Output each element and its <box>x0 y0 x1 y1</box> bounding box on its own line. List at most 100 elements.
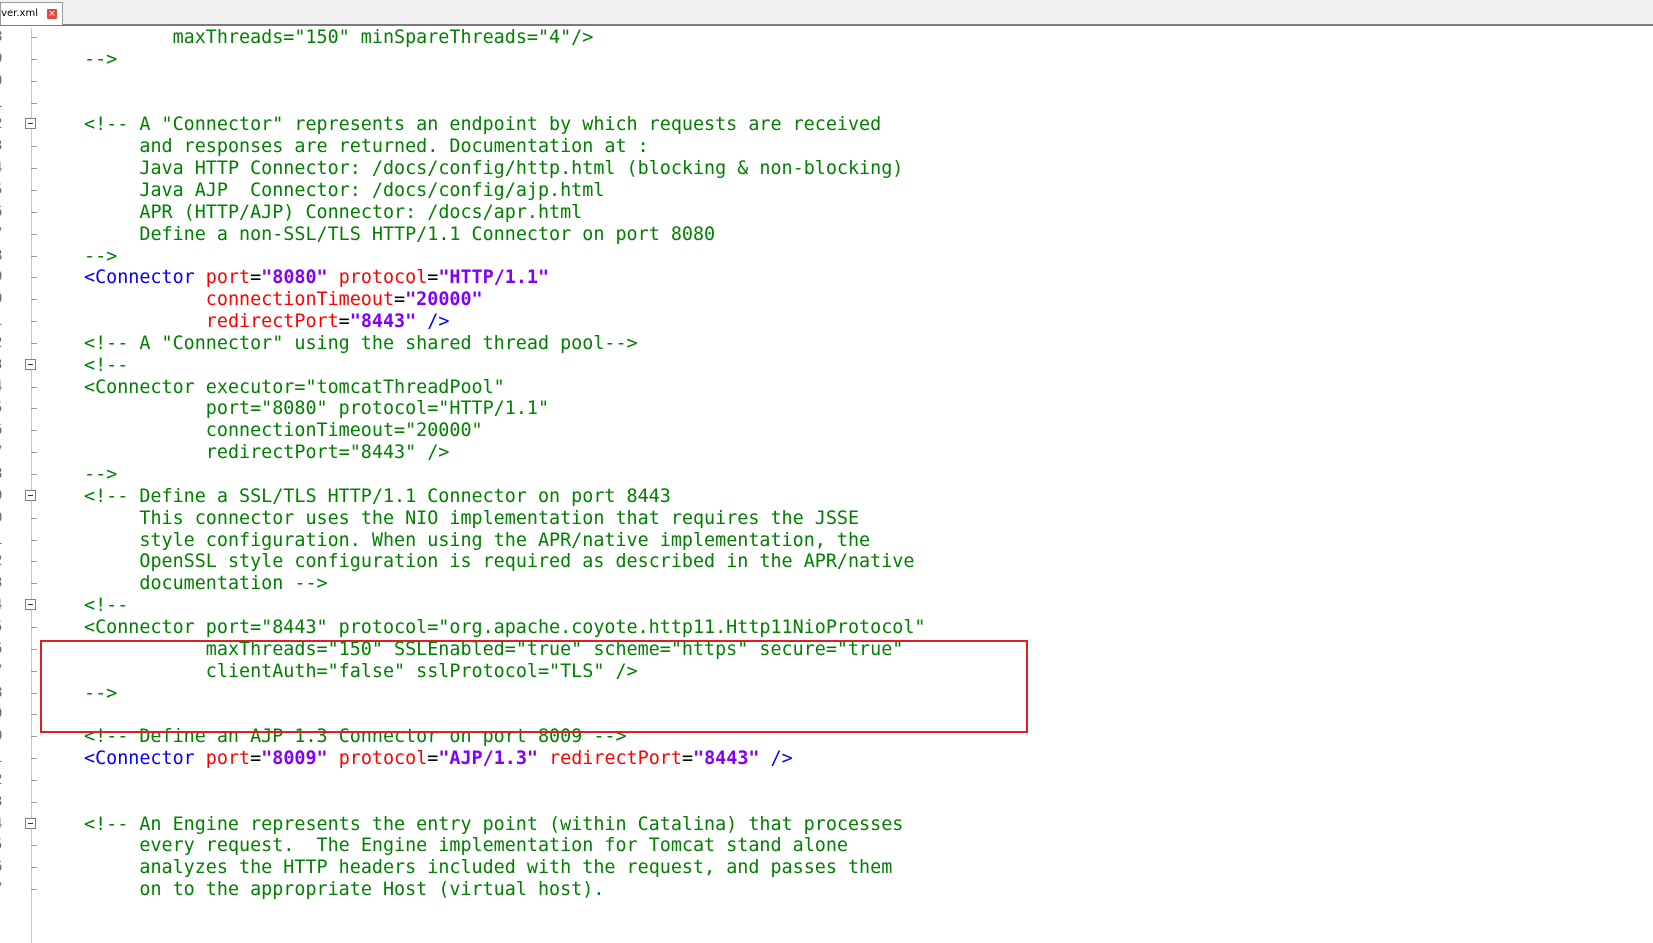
code-token: = <box>250 267 262 289</box>
fold-toggle-icon[interactable] <box>25 599 36 611</box>
code-text: style configuration. When using the APR/… <box>84 529 870 552</box>
fold-marker <box>31 168 37 170</box>
code-line[interactable]: 3 <!-- <box>0 354 1653 377</box>
fold-marker <box>31 517 37 519</box>
code-token: Define a non-SSL/TLS HTTP/1.1 Connector … <box>139 223 716 245</box>
code-token: <!-- Define a SSL/TLS HTTP/1.1 Connector… <box>84 485 671 507</box>
code-token: "AJP/1.3" <box>438 748 538 770</box>
fold-toggle-icon[interactable] <box>25 118 36 130</box>
line-number: 2 <box>0 550 6 573</box>
line-number: 3 <box>0 135 6 158</box>
code-line[interactable]: 1<Connector port="8009" protocol="AJP/1.… <box>0 747 1653 770</box>
code-line[interactable]: 5 <Connector port="8443" protocol="org.ap… <box>0 616 1653 639</box>
code-line[interactable]: 7 on to the appropriate Host (virtual ho… <box>0 878 1653 901</box>
code-token: analyzes the HTTP headers included with … <box>139 857 893 879</box>
code-line[interactable]: 6 connectionTimeout="20000" <box>0 419 1653 442</box>
code-line[interactable]: 3 <box>0 791 1653 814</box>
code-token: --> <box>84 48 118 70</box>
line-number: 8 <box>0 26 6 49</box>
line-number: 3 <box>0 354 6 377</box>
code-token: = <box>394 289 406 311</box>
code-token: "8443" <box>693 748 760 770</box>
code-editor[interactable]: 8 maxThreads="150" minSpareThreads="4"/>… <box>0 26 1653 943</box>
fold-toggle-icon[interactable] <box>25 489 36 501</box>
tab-server-xml[interactable]: rver.xml × <box>0 2 63 25</box>
fold-toggle-icon[interactable] <box>25 817 36 829</box>
code-line[interactable]: 5 every request. The Engine implementati… <box>0 834 1653 857</box>
code-token: = <box>681 748 694 770</box>
code-text: analyzes the HTTP headers included with … <box>84 856 892 879</box>
code-token: /> <box>770 748 793 770</box>
code-line[interactable]: 2 <box>0 769 1653 792</box>
code-line[interactable]: 5 port="8080" protocol="HTTP/1.1" <box>0 397 1653 420</box>
fold-marker <box>31 539 37 541</box>
code-line[interactable]: 7 Define a non-SSL/TLS HTTP/1.1 Connecto… <box>0 223 1653 246</box>
code-text: <Connector port="8443" protocol="org.apa… <box>84 616 925 639</box>
code-line[interactable]: 2 OpenSSL style configuration is require… <box>0 550 1653 573</box>
code-line[interactable]: 0 <box>0 70 1653 93</box>
code-line[interactable]: 1 redirectPort="8443" /> <box>0 310 1653 333</box>
line-number: 0 <box>0 507 6 530</box>
line-number: 5 <box>0 397 6 420</box>
line-number: 4 <box>0 157 6 180</box>
code-text: --> <box>84 245 117 268</box>
code-line[interactable]: 1 style configuration. When using the AP… <box>0 529 1653 552</box>
code-line[interactable]: 9 <!-- Define a SSL/TLS HTTP/1.1 Connecto… <box>0 485 1653 508</box>
code-line[interactable]: 8 maxThreads="150" minSpareThreads="4"/> <box>0 26 1653 49</box>
code-line[interactable]: 7 redirectPort="8443" /> <box>0 441 1653 464</box>
line-number: 3 <box>0 791 6 814</box>
code-line[interactable]: 2 <!-- A "Connector" using the shared thr… <box>0 332 1653 355</box>
fold-marker <box>31 233 37 235</box>
code-line[interactable]: 0 connectionTimeout="20000" <box>0 288 1653 311</box>
code-token: on to the appropriate Host (virtual host… <box>139 879 605 901</box>
code-line[interactable]: 1 <box>0 92 1653 115</box>
fold-marker <box>31 342 37 344</box>
code-text: <!-- An Engine represents the entry poin… <box>84 813 903 836</box>
code-text: APR (HTTP/AJP) Connector: /docs/apr.html <box>84 201 582 224</box>
line-number: 9 <box>0 48 6 71</box>
fold-marker <box>31 736 37 738</box>
line-number: 8 <box>0 245 6 268</box>
code-line[interactable]: 3 documentation --> <box>0 572 1653 595</box>
code-line[interactable]: 0 This connector uses the NIO implementa… <box>0 507 1653 530</box>
code-line[interactable]: 3 and responses are returned. Documentat… <box>0 135 1653 158</box>
code-line[interactable]: 9 --> <box>0 48 1653 71</box>
code-line[interactable]: 4 Java HTTP Connector: /docs/config/http… <box>0 157 1653 180</box>
code-token: <Connector executor="tomcatThreadPool" <box>84 376 505 398</box>
line-number: 4 <box>0 594 6 617</box>
line-number: 8 <box>0 463 6 486</box>
code-line[interactable]: 4 <!-- An Engine represents the entry poi… <box>0 813 1653 836</box>
fold-marker <box>31 801 37 803</box>
code-text: documentation --> <box>84 572 328 595</box>
fold-marker <box>31 692 37 694</box>
code-line[interactable]: 8 --> <box>0 245 1653 268</box>
code-line[interactable]: 2 <!-- A "Connector" represents an endpoi… <box>0 113 1653 136</box>
fold-marker <box>31 670 37 672</box>
code-line[interactable]: 9<Connector port="8080" protocol="HTTP/1… <box>0 266 1653 289</box>
code-line[interactable]: 6 analyzes the HTTP headers included wit… <box>0 856 1653 879</box>
code-token: documentation --> <box>139 573 328 595</box>
line-number: 6 <box>0 638 6 661</box>
code-line[interactable]: 6 APR (HTTP/AJP) Connector: /docs/apr.ht… <box>0 201 1653 224</box>
code-token: "8080" <box>261 267 328 289</box>
tab-label: rver.xml <box>0 8 38 19</box>
code-token: <!-- <box>84 595 129 617</box>
close-icon[interactable]: × <box>47 9 57 19</box>
code-text: connectionTimeout="20000" <box>84 288 483 311</box>
highlight-box <box>40 640 1028 733</box>
fold-marker <box>31 452 37 454</box>
code-token: "8443" <box>349 311 417 333</box>
code-token: <!-- A "Connector" represents an endpoin… <box>84 114 882 136</box>
code-line[interactable]: 4 <!-- <box>0 594 1653 617</box>
line-number: 0 <box>0 725 6 748</box>
fold-toggle-icon[interactable] <box>25 358 36 370</box>
line-number: 1 <box>0 747 6 770</box>
code-line[interactable]: 8 --> <box>0 463 1653 486</box>
code-line[interactable]: 4 <Connector executor="tomcatThreadPool" <box>0 376 1653 399</box>
code-line[interactable]: 5 Java AJP Connector: /docs/config/ajp.h… <box>0 179 1653 202</box>
